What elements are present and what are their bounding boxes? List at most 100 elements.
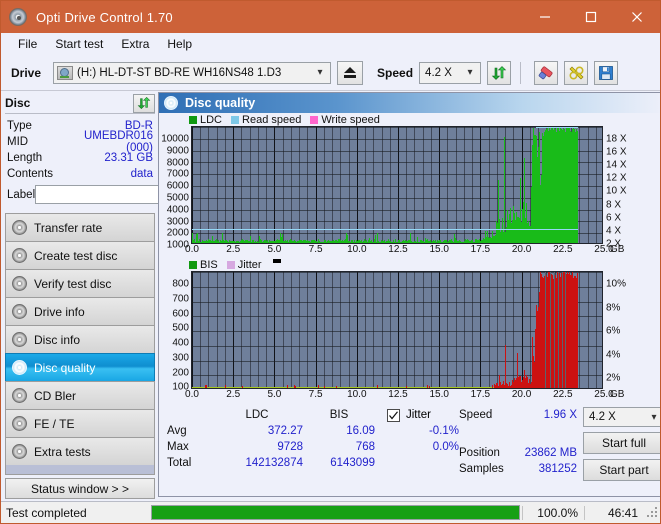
stats-jitter-max: 0.0% (387, 439, 459, 455)
ldc-chart-legend: LDC Read speed Write speed (159, 113, 661, 126)
menu-item-extra[interactable]: Extra (112, 35, 158, 53)
sidebar-item-drive-info[interactable]: Drive info (5, 297, 155, 325)
ldc-y-axis: 1000090008000700060005000400030002000100… (159, 126, 191, 244)
erase-button[interactable] (534, 61, 558, 85)
position-readout-label: Position (459, 445, 515, 461)
disc-icon (12, 416, 27, 431)
drive-select[interactable]: (H:) HL-DT-ST BD-RE WH16NS48 1.D3 ▾ (53, 62, 331, 84)
y2-tick-label: 8% (606, 302, 620, 313)
disc-info-row-contents: Contents data (7, 166, 153, 182)
elapsed-time: 46:41 (584, 506, 646, 520)
stats-header-ldc: LDC (211, 407, 303, 423)
grid-line (447, 272, 448, 388)
grid-line (200, 127, 201, 243)
legend-label: Jitter (238, 259, 262, 271)
title-bar: Opti Drive Control 1.70 (1, 1, 660, 33)
tools-button[interactable] (564, 61, 588, 85)
disc-icon (12, 304, 27, 319)
maximize-icon[interactable] (568, 1, 614, 33)
grid-line (579, 272, 580, 388)
disc-icon (12, 248, 27, 263)
disc-label-row: Label (7, 184, 153, 205)
refresh-button[interactable] (487, 61, 511, 85)
disc-length-value: 23.31 GB (104, 152, 153, 164)
grid-line (324, 127, 325, 243)
sidebar-item-disc-info[interactable]: Disc info (5, 325, 155, 353)
jitter-checkbox[interactable] (387, 409, 400, 422)
legend-label: Write speed (321, 114, 380, 126)
disc-icon (12, 332, 27, 347)
status-window-button[interactable]: Status window > > (5, 478, 155, 499)
grid-line (406, 127, 407, 243)
x-tick-label: 7.5 (309, 389, 323, 400)
grid-line (530, 272, 531, 388)
disc-refresh-button[interactable] (133, 94, 155, 113)
samples-readout-value: 381252 (515, 461, 577, 477)
speed-select[interactable]: 4.2 X ▾ (419, 62, 481, 84)
drive-label: Drive (11, 66, 41, 80)
menu-item-file[interactable]: File (9, 35, 46, 53)
y-tick-label: 4000 (167, 204, 189, 215)
grid-line (340, 272, 341, 388)
test-speed-select[interactable]: 4.2 X ▾ (583, 407, 661, 427)
grid-line (324, 272, 325, 388)
data-bar (554, 271, 555, 388)
grid-line (373, 272, 374, 388)
grid-line (233, 127, 234, 243)
stats-row-label: Max (159, 439, 211, 455)
x-tick-label: 2.5 (226, 244, 240, 255)
ldc-chart: LDC Read speed Write speed 1000090008000… (159, 113, 661, 258)
x-tick-label: 15.0 (429, 244, 448, 255)
y2-tick-label: 4 X (606, 225, 621, 236)
stats-table: LDC BIS Avg 372.27 16.09 Max 9728 768 (159, 407, 459, 496)
menu-item-start-test[interactable]: Start test (46, 35, 112, 53)
resize-grip-icon[interactable] (646, 506, 660, 520)
eject-button[interactable] (337, 61, 363, 85)
grid-line (233, 272, 234, 388)
window-title: Opti Drive Control 1.70 (36, 10, 173, 25)
stats-bis-total: 6143099 (303, 455, 375, 471)
legend-swatch-icon (189, 116, 197, 124)
sidebar-item-fe-te[interactable]: FE / TE (5, 409, 155, 437)
start-part-button[interactable]: Start part (583, 459, 661, 481)
y2-tick-label: 6 X (606, 212, 621, 223)
menu-item-help[interactable]: Help (158, 35, 201, 53)
sidebar-item-create-test-disc[interactable]: Create test disc (5, 241, 155, 269)
sidebar-item-cd-bler[interactable]: CD Bler (5, 381, 155, 409)
grid-line (332, 127, 333, 243)
y-tick-label: 2000 (167, 228, 189, 239)
test-speed-value: 4.2 X (589, 411, 616, 423)
stats-header-bis: BIS (303, 407, 375, 423)
grid-line (456, 127, 457, 243)
grid-line (192, 127, 193, 243)
y2-tick-label: 16 X (606, 147, 627, 158)
sidebar-item-verify-test-disc[interactable]: Verify test disc (5, 269, 155, 297)
grid-line (406, 272, 407, 388)
disc-icon (12, 388, 27, 403)
save-button[interactable] (594, 61, 618, 85)
grid-line (357, 127, 358, 243)
start-full-button[interactable]: Start full (583, 432, 661, 454)
close-icon[interactable] (614, 1, 660, 33)
grid-line (192, 162, 602, 163)
toolbar-separator (520, 62, 521, 84)
y-tick-label: 9000 (167, 145, 189, 156)
x-tick-label: 10.0 (347, 244, 366, 255)
grid-line (299, 272, 300, 388)
bis-plot-area[interactable] (191, 271, 603, 389)
minimize-icon[interactable] (522, 1, 568, 33)
sidebar-item-transfer-rate[interactable]: Transfer rate (5, 213, 155, 241)
ldc-plot-area[interactable] (191, 126, 603, 244)
grid-line (423, 127, 424, 243)
x-tick-label: 12.5 (388, 389, 407, 400)
y2-tick-label: 4% (606, 349, 620, 360)
y-tick-label: 700 (172, 293, 189, 304)
sidebar-item-disc-quality[interactable]: Disc quality (5, 353, 155, 381)
disc-label-label: Label (7, 189, 35, 201)
sidebar-item-extra-tests[interactable]: Extra tests (5, 437, 155, 465)
legend-entry-ldc: LDC (189, 114, 222, 126)
speed-label: Speed (377, 66, 413, 80)
read-speed-line (192, 229, 578, 230)
grid-line (431, 272, 432, 388)
grid-line (398, 127, 399, 243)
